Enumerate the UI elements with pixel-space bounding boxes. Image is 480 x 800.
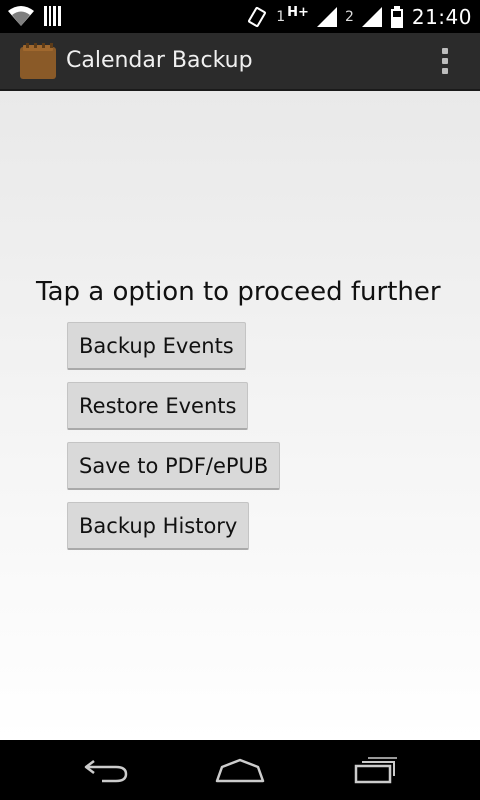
- home-icon[interactable]: [210, 752, 270, 788]
- calendar-app-icon[interactable]: [20, 43, 56, 79]
- main-content: Tap a option to proceed further Backup E…: [0, 91, 480, 740]
- action-bar: Calendar Backup: [0, 33, 480, 91]
- vibrate-icon: [248, 6, 267, 27]
- status-bar: 1 H+ 2 21:40: [0, 0, 480, 33]
- navigation-bar: [0, 740, 480, 800]
- clock: 21:40: [411, 4, 472, 29]
- restore-events-button[interactable]: Restore Events: [67, 382, 249, 430]
- network-type-label: H+: [287, 5, 309, 20]
- wifi-icon: [8, 6, 34, 26]
- signal-icon: [361, 6, 382, 27]
- recent-apps-icon[interactable]: [344, 752, 404, 788]
- sim1-label: 1: [276, 8, 286, 25]
- page-title: Calendar Backup: [66, 48, 253, 73]
- backup-events-button[interactable]: Backup Events: [67, 322, 246, 370]
- battery-icon: [390, 5, 403, 28]
- instruction-text: Tap a option to proceed further: [36, 277, 441, 307]
- overflow-menu-icon[interactable]: [442, 48, 450, 74]
- barcode-icon: [44, 6, 61, 26]
- sim2-label: 2: [344, 8, 354, 25]
- save-to-pdf-epub-button[interactable]: Save to PDF/ePUB: [67, 442, 281, 490]
- back-icon[interactable]: [76, 752, 136, 788]
- backup-history-button[interactable]: Backup History: [67, 502, 250, 550]
- signal-icon: [316, 6, 337, 27]
